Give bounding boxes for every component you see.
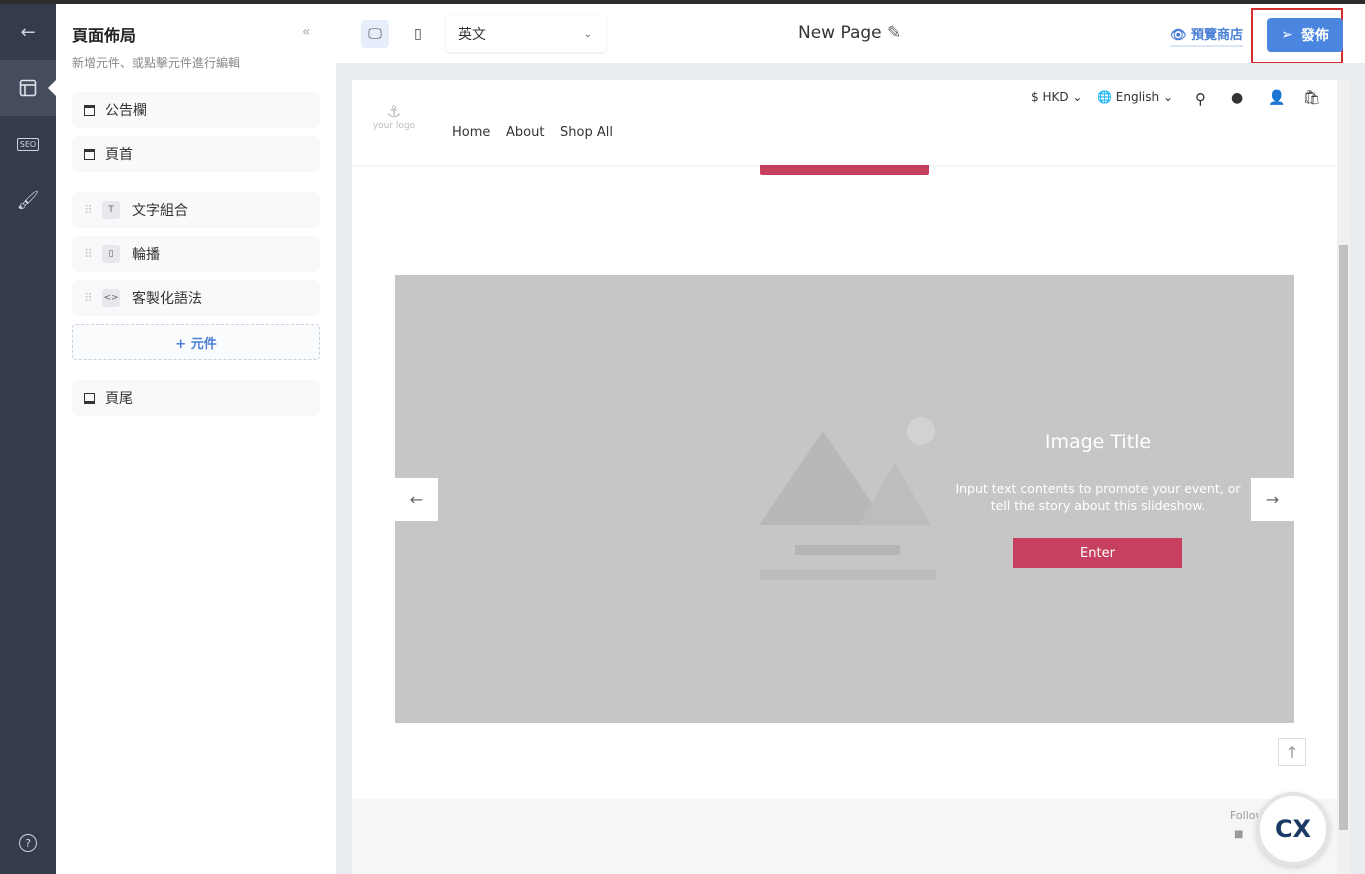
chat-widget-button[interactable]: CX bbox=[1256, 792, 1330, 866]
code-icon: <> bbox=[102, 289, 120, 307]
image-placeholder-icon bbox=[759, 417, 936, 580]
language-value: 英文 bbox=[458, 27, 486, 43]
desktop-view-button[interactable]: 🖵 bbox=[361, 20, 389, 48]
phone-icon: ▯ bbox=[414, 26, 422, 42]
site-footer[interactable]: Follow ■ bbox=[352, 799, 1337, 874]
search-icon[interactable]: ⚲ bbox=[1195, 90, 1206, 108]
help-button[interactable]: ? bbox=[19, 834, 37, 852]
rail-item-seo[interactable]: SEO bbox=[0, 116, 56, 172]
page-title-text: New Page bbox=[798, 23, 882, 43]
arrow-right-icon: → bbox=[1265, 490, 1280, 509]
site-header[interactable]: ⚓ your logo Home About Shop All $ HKD ⌄ 🌐… bbox=[352, 80, 1337, 165]
pencil-icon[interactable]: ✎ bbox=[887, 23, 901, 43]
component-label: 輪播 bbox=[132, 247, 160, 263]
currency-select[interactable]: $ HKD ⌄ bbox=[1031, 90, 1082, 104]
drag-handle-icon[interactable]: ⠿ bbox=[84, 247, 94, 261]
add-component-button[interactable]: + 元件 bbox=[72, 324, 320, 360]
layout-icon bbox=[19, 79, 37, 97]
slide-title: Image Title bbox=[1044, 431, 1152, 453]
currency-value: $ HKD bbox=[1031, 90, 1069, 104]
section-label: 頁首 bbox=[105, 147, 133, 163]
section-icon bbox=[84, 148, 95, 160]
section-header[interactable]: 頁首 bbox=[72, 136, 320, 172]
logo-text: your logo bbox=[372, 121, 416, 131]
panel-title: 頁面佈局 bbox=[72, 26, 137, 45]
scrollbar-thumb[interactable] bbox=[1339, 245, 1348, 830]
slide-next-button[interactable]: → bbox=[1251, 478, 1294, 521]
paint-roller-icon: 🖌 bbox=[16, 189, 40, 211]
drag-handle-icon[interactable]: ⠿ bbox=[84, 291, 94, 305]
slideshow[interactable]: ← → Image Title Input text contents to p… bbox=[395, 275, 1294, 723]
section-icon bbox=[84, 392, 95, 404]
nav-shop-all[interactable]: Shop All bbox=[560, 125, 613, 140]
preview-canvas: ⚓ your logo Home About Shop All $ HKD ⌄ 🌐… bbox=[336, 63, 1365, 874]
slide-enter-button[interactable]: Enter bbox=[1013, 538, 1182, 568]
chevron-down-icon: ⌄ bbox=[583, 28, 592, 40]
language-select[interactable]: 英文 ⌄ bbox=[446, 16, 606, 52]
slide-text: Input text contents to promote your even… bbox=[955, 481, 1241, 513]
section-label: 公告欄 bbox=[105, 103, 147, 119]
paper-plane-icon: ➢ bbox=[1281, 27, 1293, 43]
chat-icon[interactable]: ● bbox=[1231, 90, 1243, 106]
monitor-icon: 🖵 bbox=[368, 26, 382, 42]
publish-button[interactable]: ➢ 發佈 bbox=[1267, 18, 1343, 52]
rail-item-layout[interactable] bbox=[0, 60, 56, 116]
globe-icon: 🌐 bbox=[1097, 90, 1112, 104]
publish-label: 發佈 bbox=[1300, 28, 1329, 44]
button-fragment bbox=[760, 165, 929, 175]
back-to-top-button[interactable]: ↑ bbox=[1278, 738, 1306, 766]
editor-topbar: 🖵 ▯ 英文 ⌄ New Page ✎ 👁 預覽商店 ➢ 發佈 bbox=[336, 4, 1365, 64]
site-logo[interactable]: ⚓ your logo bbox=[372, 102, 416, 131]
component-label: 文字組合 bbox=[132, 203, 188, 219]
panel-subtitle: 新增元件、或點擊元件進行編輯 bbox=[72, 56, 241, 70]
arrow-left-icon: ← bbox=[409, 490, 424, 509]
text-icon: T bbox=[102, 201, 120, 219]
site-language-select[interactable]: 🌐 English ⌄ bbox=[1097, 90, 1173, 104]
cart-icon[interactable]: 🛍 bbox=[1303, 90, 1321, 106]
preview-store-link[interactable]: 👁 預覽商店 bbox=[1170, 24, 1244, 47]
page-title[interactable]: New Page ✎ bbox=[798, 23, 901, 43]
site-preview[interactable]: ⚓ your logo Home About Shop All $ HKD ⌄ 🌐… bbox=[352, 80, 1337, 874]
publish-highlight: ➢ 發佈 bbox=[1251, 8, 1343, 64]
mobile-view-button[interactable]: ▯ bbox=[404, 20, 432, 48]
cx-logo: CX bbox=[1274, 815, 1312, 843]
facebook-icon[interactable]: ■ bbox=[1234, 829, 1243, 840]
anchor-icon: ⚓ bbox=[386, 102, 402, 121]
component-text-group[interactable]: ⠿ T 文字組合 bbox=[72, 192, 320, 228]
arrow-left-icon: ← bbox=[20, 21, 36, 43]
component-custom-code[interactable]: ⠿ <> 客製化語法 bbox=[72, 280, 320, 316]
back-button[interactable]: ← bbox=[0, 4, 56, 60]
component-label: 客製化語法 bbox=[132, 291, 202, 307]
nav-about[interactable]: About bbox=[506, 125, 544, 140]
question-circle-icon: ? bbox=[25, 836, 31, 850]
component-carousel[interactable]: ⠿ ▯ 輪播 bbox=[72, 236, 320, 272]
collapse-panel-button[interactable]: « bbox=[302, 24, 311, 40]
preview-scrollbar[interactable] bbox=[1337, 80, 1350, 874]
arrow-up-icon: ↑ bbox=[1285, 742, 1299, 762]
layout-panel: 頁面佈局 新增元件、或點擊元件進行編輯 « 公告欄 頁首 ⠿ T 文字組合 ⠿ ▯ 輪播… bbox=[56, 4, 336, 874]
preview-label: 預覽商店 bbox=[1191, 28, 1244, 43]
carousel-icon: ▯ bbox=[102, 245, 120, 263]
section-icon bbox=[84, 104, 95, 116]
section-label: 頁尾 bbox=[105, 391, 133, 407]
site-language-value: English bbox=[1115, 90, 1160, 104]
rail-item-theme[interactable]: 🖌 bbox=[0, 172, 56, 228]
eye-icon: 👁 bbox=[1170, 28, 1187, 43]
nav-home[interactable]: Home bbox=[452, 125, 490, 140]
drag-handle-icon[interactable]: ⠿ bbox=[84, 203, 94, 217]
seo-icon: SEO bbox=[16, 137, 40, 151]
user-icon[interactable]: 👤 bbox=[1268, 90, 1285, 106]
section-announcement[interactable]: 公告欄 bbox=[72, 92, 320, 128]
sidebar-rail: ← SEO 🖌 bbox=[0, 4, 56, 874]
slide-prev-button[interactable]: ← bbox=[395, 478, 438, 521]
section-footer[interactable]: 頁尾 bbox=[72, 380, 320, 416]
